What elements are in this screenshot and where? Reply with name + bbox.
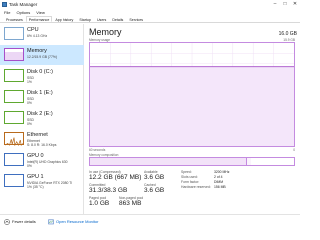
tab-performance[interactable]: Performance bbox=[25, 16, 53, 22]
open-resource-monitor-link[interactable]: Open Resource Monitor bbox=[48, 219, 98, 225]
tab-app-history[interactable]: App history bbox=[52, 16, 76, 22]
sidebar-item-disk-0[interactable]: Disk 0 (C:) SSD 1% bbox=[0, 66, 84, 86]
memory-composition-bar bbox=[89, 157, 295, 166]
sidebar-item-disk-2[interactable]: Disk 2 (E:) SSD 0% bbox=[0, 108, 84, 128]
sidebar-item-usage: 0% bbox=[27, 122, 32, 126]
stat-committed: Committed 31.3/38.3 GB bbox=[89, 183, 128, 194]
sidebar-item-ethernet[interactable]: Ethernet Ethernet S: 8.0 R: 16.0 Kbps bbox=[0, 129, 84, 149]
sidebar-item-usage: 0% bbox=[27, 101, 32, 105]
sidebar-item-title: Ethernet bbox=[27, 132, 48, 138]
sidebar-item-memory[interactable]: Memory 12.2/15.9 GB (77%) bbox=[0, 45, 84, 65]
sidebar-item-title: Disk 2 (E:) bbox=[27, 111, 53, 117]
tab-processes[interactable]: Processes bbox=[3, 16, 26, 22]
menu-file[interactable]: File bbox=[4, 9, 10, 16]
tab-services[interactable]: Services bbox=[126, 16, 146, 22]
sidebar-item-gpu-0[interactable]: GPU 0 Intel(R) UHD Graphics 630 0% bbox=[0, 150, 84, 170]
resource-monitor-icon bbox=[48, 219, 54, 225]
detail-speed-value: 3200 MHz bbox=[214, 170, 230, 174]
window-title: Task Manager bbox=[9, 2, 38, 7]
close-icon[interactable]: ✕ bbox=[290, 0, 300, 9]
sidebar-item-title: CPU bbox=[27, 27, 39, 33]
task-manager-icon bbox=[2, 2, 7, 7]
sidebar-item-title: GPU 0 bbox=[27, 153, 44, 159]
resource-monitor-label: Open Resource Monitor bbox=[56, 219, 99, 224]
stat-available: Available 3.6 GB bbox=[144, 170, 165, 181]
chevron-up-icon bbox=[4, 219, 10, 225]
tab-bar: Processes Performance App history Startu… bbox=[0, 16, 300, 23]
fewer-details-label: Fewer details bbox=[12, 219, 36, 224]
memory-usage-graph bbox=[89, 42, 295, 147]
footer-bar: Fewer details Open Resource Monitor bbox=[0, 214, 300, 229]
sidebar-item-title: Disk 0 (C:) bbox=[27, 69, 53, 75]
disk-thumbnail bbox=[4, 69, 24, 82]
memory-usage-area bbox=[90, 66, 294, 146]
detail-speed-label: Speed: bbox=[181, 170, 192, 174]
detail-slots-label: Slots used: bbox=[181, 175, 198, 179]
sidebar-item-usage: S: 8.0 R: 16.0 Kbps bbox=[27, 143, 57, 147]
window-controls: – □ ✕ bbox=[270, 0, 300, 9]
sidebar-item-detail: 6% 4.13 GHz bbox=[27, 34, 48, 38]
memory-usage-svg bbox=[90, 43, 294, 146]
time-axis-label: 60 seconds bbox=[89, 148, 106, 152]
sidebar-item-disk-1[interactable]: Disk 1 (E:) SSD 0% bbox=[0, 87, 84, 107]
gpu-thumbnail bbox=[4, 174, 24, 187]
sidebar-item-detail: Intel(R) UHD Graphics 630 bbox=[27, 160, 68, 164]
detail-hw-reserved-value: 156 MB bbox=[214, 185, 226, 189]
sidebar-item-usage: 1% bbox=[27, 80, 32, 84]
tab-details[interactable]: Details bbox=[109, 16, 126, 22]
sidebar-item-detail: 12.2/15.9 GB (77%) bbox=[27, 55, 57, 59]
memory-thumbnail bbox=[4, 48, 24, 61]
ethernet-thumbnail bbox=[4, 132, 24, 147]
menu-options[interactable]: Options bbox=[16, 9, 30, 16]
detail-hw-reserved-label: Hardware reserved: bbox=[181, 185, 211, 189]
menu-bar: File Options View bbox=[0, 9, 300, 16]
detail-form-factor-label: Form factor: bbox=[181, 180, 200, 184]
sidebar-item-title: GPU 1 bbox=[27, 174, 44, 180]
stat-non-paged-pool: Non-paged pool 863 MB bbox=[119, 196, 144, 207]
title-bar: Task Manager – □ ✕ bbox=[0, 0, 300, 9]
stat-paged-pool: Paged pool 1.0 GB bbox=[89, 196, 110, 207]
composition-modified bbox=[247, 158, 252, 165]
detail-slots-value: 2 of 4 bbox=[214, 175, 223, 179]
cpu-thumbnail bbox=[4, 27, 24, 40]
tab-users[interactable]: Users bbox=[94, 16, 109, 22]
zero-axis-label: 0 bbox=[293, 148, 295, 152]
memory-panel: Memory 16.0 GB Memory usage 15.9 GB 60 s… bbox=[86, 24, 300, 214]
maximize-icon[interactable]: □ bbox=[280, 0, 290, 9]
disk-thumbnail bbox=[4, 111, 24, 124]
fewer-details-button[interactable]: Fewer details bbox=[4, 219, 36, 225]
menu-view[interactable]: View bbox=[36, 9, 45, 16]
minimize-icon[interactable]: – bbox=[270, 0, 280, 9]
page-title: Memory bbox=[89, 27, 122, 37]
resource-sidebar: CPU 6% 4.13 GHz Memory 12.2/15.9 GB (77%… bbox=[0, 24, 84, 214]
sidebar-item-cpu[interactable]: CPU 6% 4.13 GHz bbox=[0, 24, 84, 44]
stat-cached: Cached 3.6 GB bbox=[144, 183, 165, 194]
sidebar-item-title: Disk 1 (E:) bbox=[27, 90, 53, 96]
sidebar-item-usage: 0% bbox=[27, 164, 32, 168]
detail-form-factor-value: DIMM bbox=[214, 180, 224, 184]
sidebar-item-usage: 1% (35 °C) bbox=[27, 185, 44, 189]
memory-total: 16.0 GB bbox=[278, 31, 297, 37]
tab-startup[interactable]: Startup bbox=[76, 16, 94, 22]
composition-in-use bbox=[90, 158, 248, 165]
disk-thumbnail bbox=[4, 90, 24, 103]
gpu-thumbnail bbox=[4, 153, 24, 166]
sidebar-item-gpu-1[interactable]: GPU 1 NVIDIA GeForce RTX 2080 Ti 1% (35 … bbox=[0, 171, 84, 191]
sidebar-item-title: Memory bbox=[27, 48, 47, 54]
stat-in-use: In use (Compressed) 12.2 GB (667 MB) bbox=[89, 170, 142, 181]
